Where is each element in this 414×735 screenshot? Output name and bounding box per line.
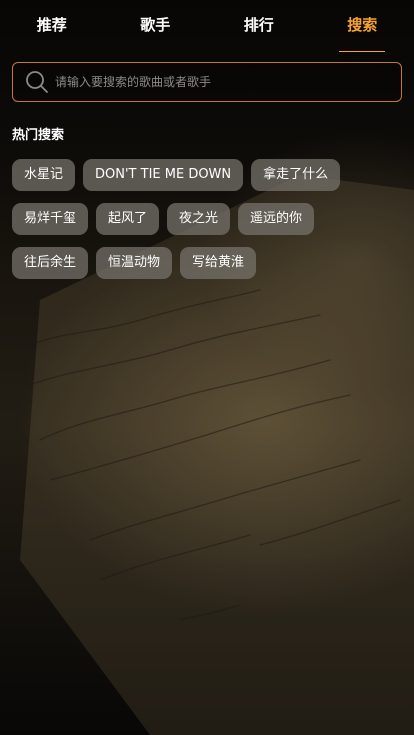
search-box xyxy=(12,62,402,102)
hot-tag[interactable]: 拿走了什么 xyxy=(251,159,341,191)
hot-tag[interactable]: DON'T TIE ME DOWN xyxy=(83,159,244,191)
hot-tag[interactable]: 水星记 xyxy=(12,159,76,191)
search-input[interactable] xyxy=(55,64,401,100)
tab-search[interactable]: 搜索 xyxy=(339,0,386,52)
hot-tag[interactable]: 遥远的你 xyxy=(238,203,315,235)
tab-singer[interactable]: 歌手 xyxy=(132,0,178,52)
tab-rank[interactable]: 排行 xyxy=(236,0,282,52)
background-image xyxy=(0,0,414,735)
hot-tag[interactable]: 写给黄淮 xyxy=(180,247,257,279)
tag-row: 水星记 DON'T TIE ME DOWN 拿走了什么 xyxy=(12,159,404,191)
search-icon xyxy=(25,70,49,94)
tag-row: 往后余生 恒温动物 写给黄淮 xyxy=(12,247,404,279)
top-nav: 推荐 歌手 排行 搜索 xyxy=(0,0,414,52)
hot-tag[interactable]: 恒温动物 xyxy=(96,247,173,279)
hot-tag[interactable]: 易烊千玺 xyxy=(12,203,89,235)
hot-tag[interactable]: 夜之光 xyxy=(167,203,231,235)
tab-recommend[interactable]: 推荐 xyxy=(29,0,75,52)
tag-row: 易烊千玺 起风了 夜之光 遥远的你 xyxy=(12,203,404,235)
hot-search-title: 热门搜索 xyxy=(12,128,65,143)
hot-search-tags: 水星记 DON'T TIE ME DOWN 拿走了什么 易烊千玺 起风了 夜之光… xyxy=(12,159,404,291)
hot-tag[interactable]: 往后余生 xyxy=(12,247,89,279)
hot-tag[interactable]: 起风了 xyxy=(96,203,160,235)
